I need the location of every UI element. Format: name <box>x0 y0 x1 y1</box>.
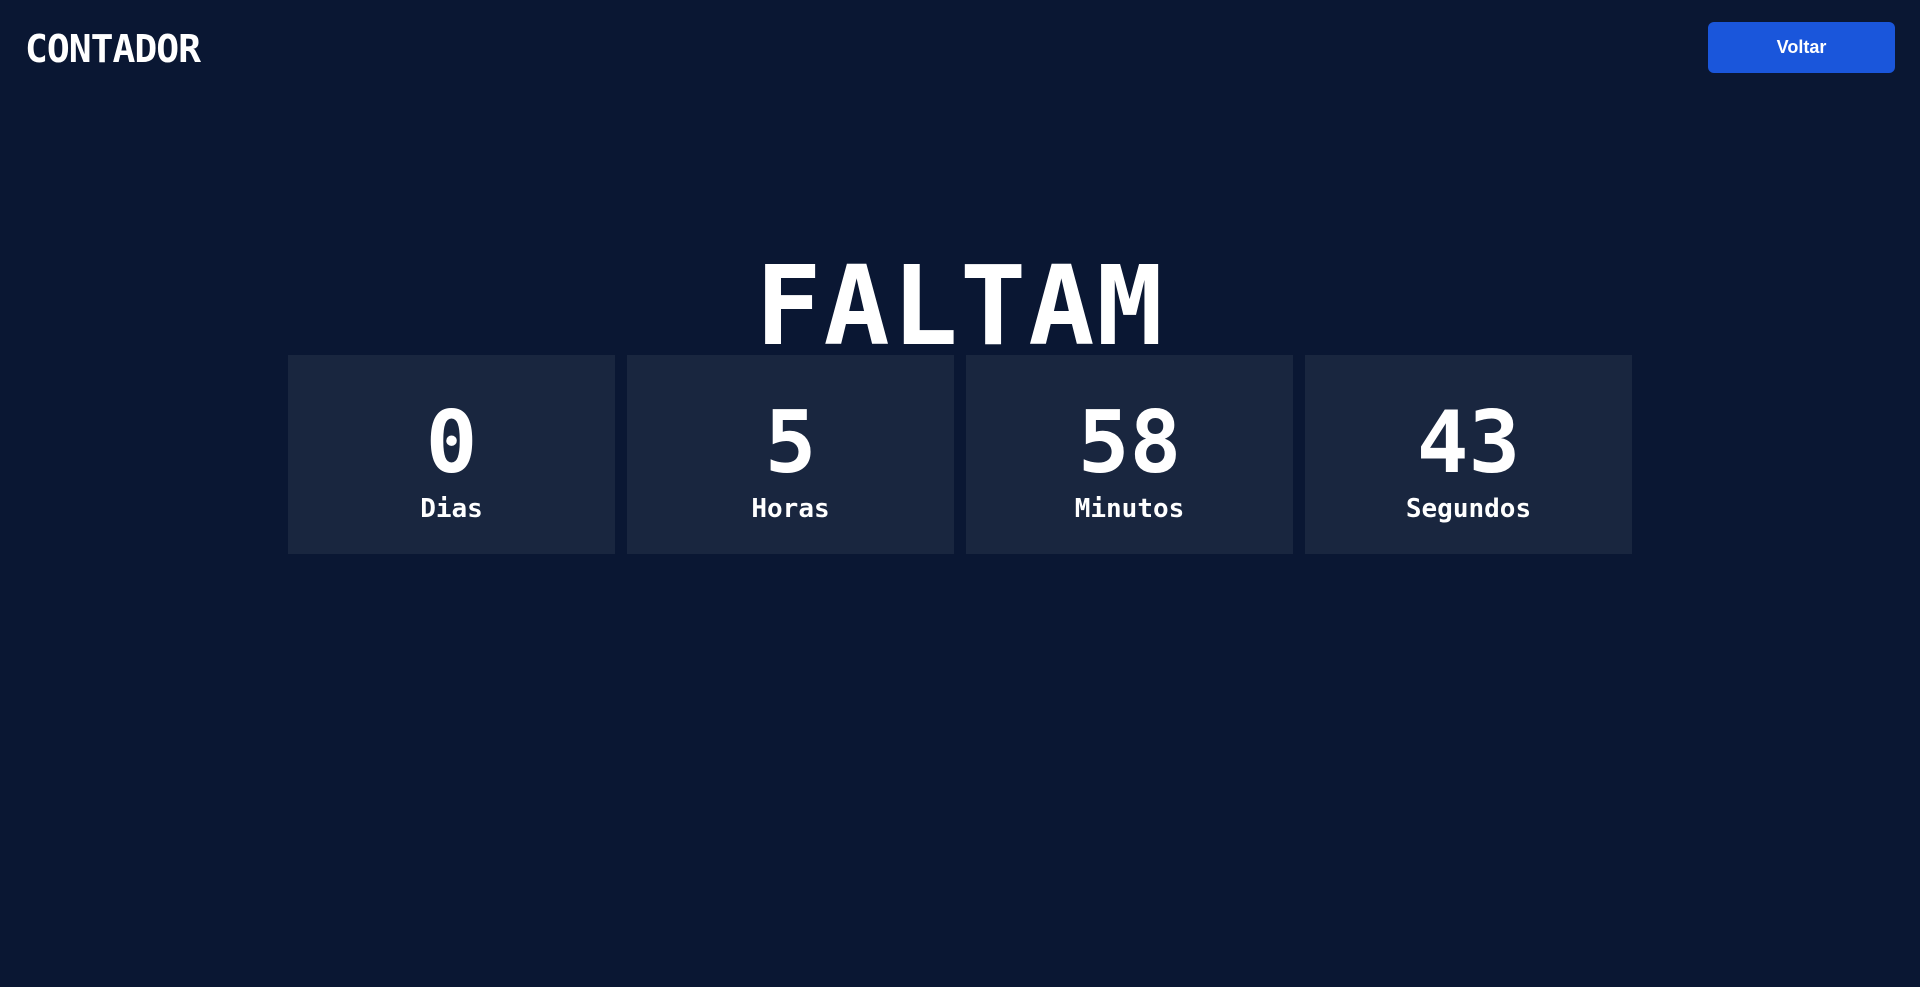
countdown-grid: 0 Dias 5 Horas 58 Minutos 43 Segundos <box>288 355 1633 554</box>
hours-value: 5 <box>764 393 817 493</box>
days-box: 0 Dias <box>288 355 615 554</box>
days-label: Dias <box>420 494 483 524</box>
seconds-box: 43 Segundos <box>1305 355 1632 554</box>
minutes-box: 58 Minutos <box>966 355 1293 554</box>
seconds-label: Segundos <box>1405 494 1532 524</box>
top-bar: CONTADOR Voltar <box>0 0 1920 98</box>
days-value: 0 <box>425 393 478 493</box>
countdown-headline: FALTAM <box>755 241 1165 370</box>
brand-title: CONTADOR <box>25 27 201 71</box>
hours-label: Horas <box>751 494 830 524</box>
minutes-label: Minutos <box>1074 494 1185 524</box>
minutes-value: 58 <box>1077 393 1182 493</box>
seconds-value: 43 <box>1416 393 1521 493</box>
hours-box: 5 Horas <box>627 355 954 554</box>
back-button[interactable]: Voltar <box>1708 22 1895 73</box>
